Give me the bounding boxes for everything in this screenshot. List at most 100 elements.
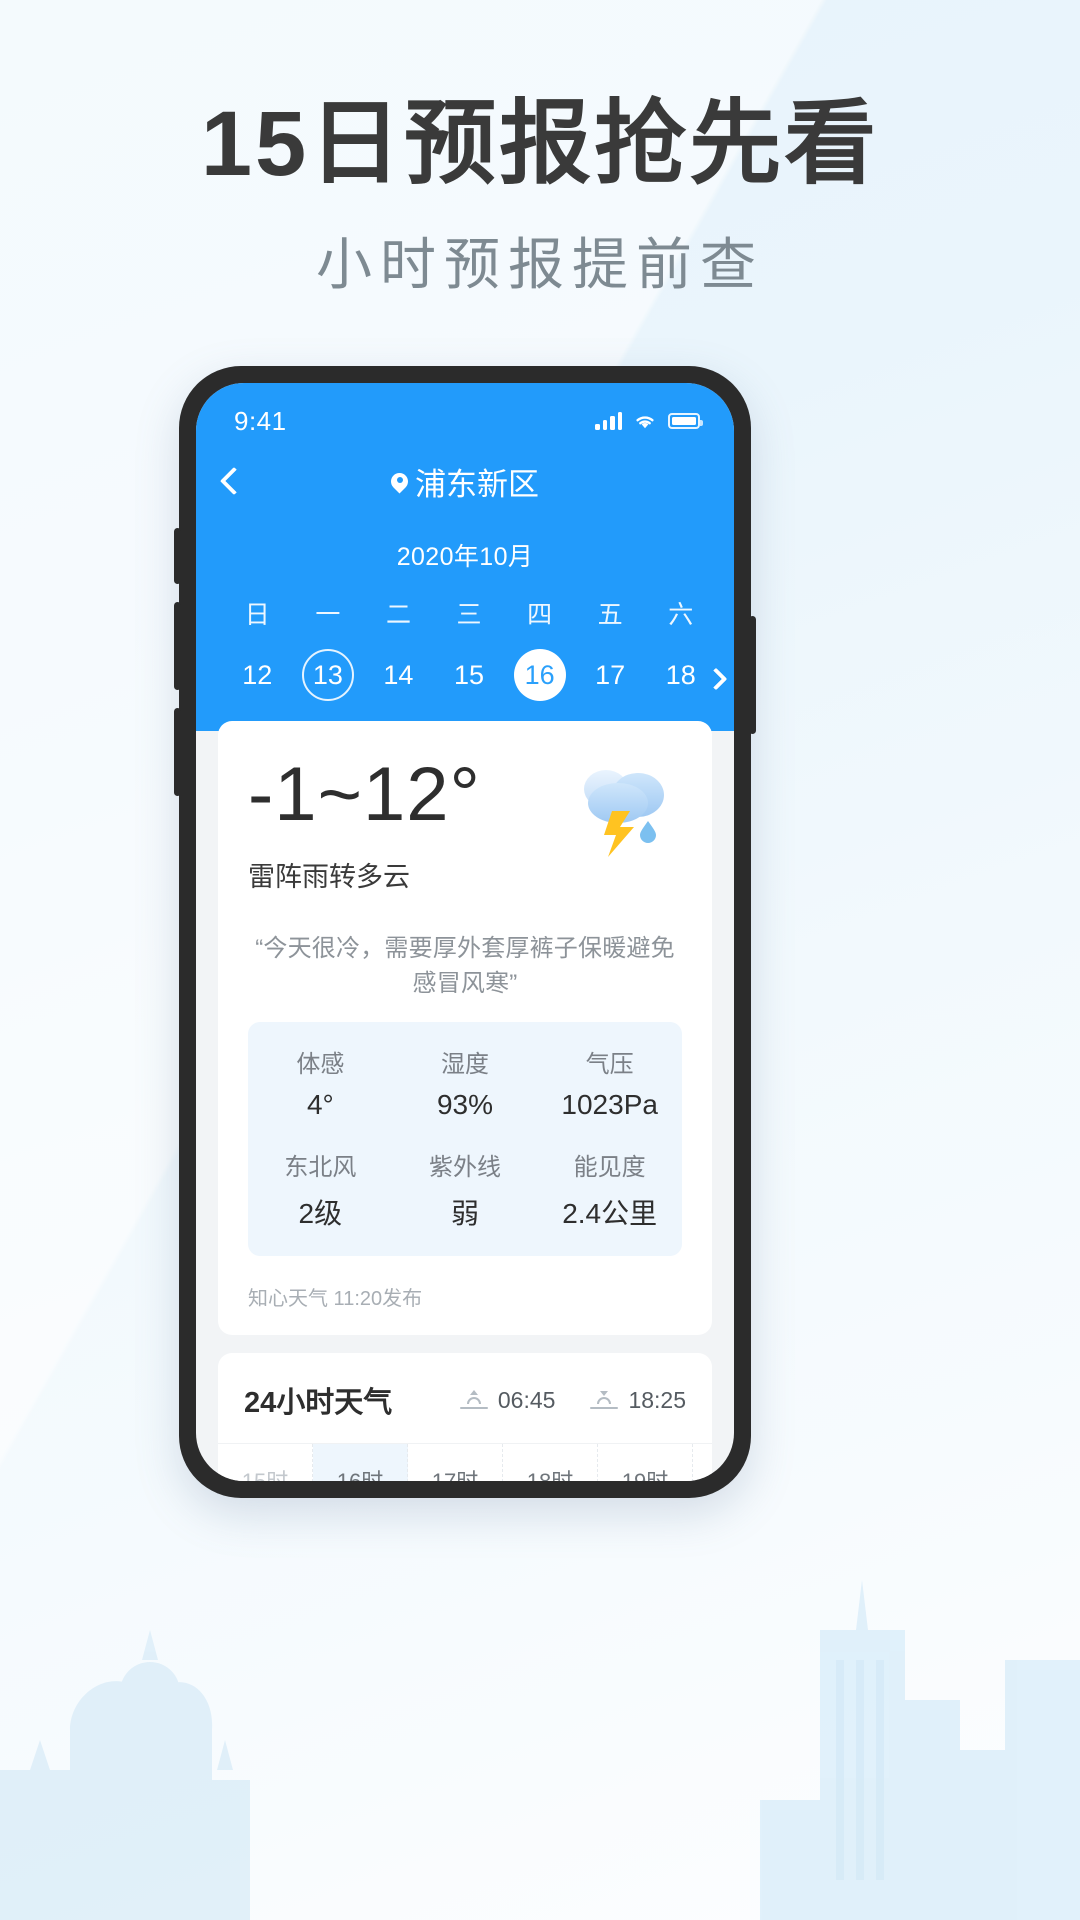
calendar-day[interactable]: 17 bbox=[584, 649, 636, 701]
phone-button-volume-up bbox=[174, 602, 181, 690]
metrics-row: 东北风 2级 紫外线 弱 能见度 2.4公里 bbox=[248, 1147, 682, 1232]
metric-value: 4° bbox=[306, 1089, 334, 1120]
calendar-day-selected[interactable]: 16 bbox=[513, 649, 566, 701]
metric-label: 东北风 bbox=[284, 1154, 357, 1181]
battery-icon bbox=[668, 413, 703, 429]
content-area: -1~12° 雷阵雨转多云 “今天很冷，需要厚外套厚裤子保暖避免感冒风寒” 体感… bbox=[196, 721, 734, 1481]
sunrise-time: 06:45 bbox=[497, 1386, 556, 1413]
temperature-row: -1~12° 雷阵雨转多云 bbox=[248, 757, 682, 894]
hourly-item[interactable]: 19时 阴 16° bbox=[598, 1444, 693, 1481]
metric-item: 体感 4° bbox=[248, 1044, 393, 1121]
status-bar-clock: 9:41 bbox=[234, 405, 287, 436]
metric-item: 湿度 93% bbox=[393, 1044, 538, 1121]
calendar-day-cell[interactable]: 17 bbox=[575, 649, 646, 701]
phone-button-power bbox=[749, 616, 756, 734]
page-title: 浦东新区 bbox=[196, 459, 734, 504]
sunrise-block: 06:45 bbox=[459, 1386, 556, 1414]
metric-label: 气压 bbox=[585, 1051, 634, 1078]
hourly-time: 18时 bbox=[503, 1464, 597, 1481]
metric-item: 东北风 2级 bbox=[248, 1147, 393, 1232]
metric-value: 弱 bbox=[451, 1198, 480, 1229]
weekday-cell: 六 bbox=[645, 595, 716, 631]
weekday-label: 日 bbox=[244, 601, 270, 629]
phone-button-silent bbox=[174, 528, 181, 584]
navigation-bar: 浦东新区 bbox=[196, 445, 734, 517]
hourly-time: 19时 bbox=[598, 1464, 692, 1481]
weekday-label: 三 bbox=[456, 601, 482, 629]
phone-button-volume-down bbox=[174, 708, 181, 796]
metrics-panel: 体感 4° 湿度 93% 气压 1023Pa 东北风 2级 紫外线 弱 能见度 … bbox=[248, 1022, 682, 1256]
weekday-cell: 三 bbox=[434, 595, 505, 631]
weekday-label: 五 bbox=[597, 601, 623, 629]
calendar-day-cell[interactable]: 14 bbox=[363, 649, 434, 701]
hourly-time: 15时 bbox=[218, 1464, 312, 1481]
daily-weather-card: -1~12° 雷阵雨转多云 “今天很冷，需要厚外套厚裤子保暖避免感冒风寒” 体感… bbox=[218, 721, 712, 1335]
calendar-strip: 日 一 二 三 四 五 六 12 13 14 15 16 17 18 bbox=[196, 595, 734, 701]
hourly-time: 16时 bbox=[313, 1464, 407, 1481]
weather-condition: 雷阵雨转多云 bbox=[248, 862, 410, 892]
metric-item: 紫外线 弱 bbox=[393, 1147, 538, 1232]
weekday-label: 四 bbox=[527, 601, 553, 629]
metric-value: 2级 bbox=[298, 1198, 343, 1229]
sunrise-icon bbox=[459, 1390, 488, 1409]
calendar-day[interactable]: 12 bbox=[231, 649, 283, 701]
location-pin-icon bbox=[391, 473, 408, 490]
weekday-label: 六 bbox=[668, 601, 694, 629]
calendar-day[interactable]: 18 bbox=[655, 649, 707, 701]
back-chevron-icon[interactable] bbox=[219, 466, 249, 496]
phone-mockup: 9:41 浦东新区 2020年10月 日 一 二 三 四 五 六 12 13 1… bbox=[174, 366, 756, 1498]
hourly-item[interactable]: 18时 小雨 6° bbox=[503, 1444, 598, 1481]
phone-screen: 9:41 浦东新区 2020年10月 日 一 二 三 四 五 六 12 13 1… bbox=[196, 383, 734, 1481]
hourly-time: 17时 bbox=[408, 1464, 502, 1481]
wifi-icon bbox=[636, 416, 654, 429]
metric-item: 气压 1023Pa bbox=[537, 1044, 682, 1121]
hourly-scroll-list[interactable]: 15时 多云 16° 16时 bbox=[218, 1444, 712, 1481]
metric-value: 1023Pa bbox=[561, 1089, 658, 1120]
metric-label: 体感 bbox=[296, 1051, 345, 1078]
weekday-cell: 二 bbox=[363, 595, 434, 631]
calendar-day-cell[interactable]: 16 bbox=[504, 649, 575, 701]
weather-advice: “今天很冷，需要厚外套厚裤子保暖避免感冒风寒” bbox=[255, 935, 675, 997]
weekday-label: 一 bbox=[315, 601, 341, 629]
hourly-item[interactable]: 16时 晴 26° bbox=[313, 1444, 408, 1481]
app-header: 浦东新区 2020年10月 日 一 二 三 四 五 六 12 13 14 15 … bbox=[196, 445, 734, 731]
metric-value: 2.4公里 bbox=[562, 1198, 658, 1229]
hourly-item[interactable]: 20时 多云 16° bbox=[693, 1444, 712, 1481]
calendar-day-cell[interactable]: 13 bbox=[293, 649, 364, 701]
calendar-day[interactable]: 15 bbox=[443, 649, 495, 701]
status-bar: 9:41 bbox=[196, 383, 734, 445]
weekday-cell: 日 bbox=[222, 595, 293, 631]
metric-label: 湿度 bbox=[441, 1051, 489, 1078]
metric-label: 能见度 bbox=[573, 1154, 646, 1181]
metric-item: 能见度 2.4公里 bbox=[537, 1147, 682, 1232]
hourly-weather-card: 24小时天气 06:45 18:25 bbox=[218, 1353, 712, 1481]
hourly-card-title: 24小时天气 bbox=[244, 1387, 393, 1419]
hourly-time: 20时 bbox=[693, 1464, 712, 1481]
calendar-day-cell[interactable]: 18 bbox=[645, 649, 716, 701]
calendar-day-today[interactable]: 13 bbox=[301, 649, 354, 701]
calendar-day-cell[interactable]: 15 bbox=[434, 649, 505, 701]
temperature-text-block: -1~12° 雷阵雨转多云 bbox=[248, 757, 562, 894]
thunderstorm-rain-icon bbox=[562, 763, 682, 863]
signal-bars-icon bbox=[595, 412, 622, 430]
metric-label: 紫外线 bbox=[429, 1154, 501, 1181]
status-bar-indicators bbox=[595, 412, 703, 430]
sunset-icon bbox=[590, 1391, 619, 1409]
calendar-day-row: 12 13 14 15 16 17 18 bbox=[222, 649, 716, 701]
hourly-card-header: 24小时天气 06:45 18:25 bbox=[218, 1353, 712, 1444]
weekday-label: 二 bbox=[385, 601, 411, 629]
temperature-range: -1~12° bbox=[248, 752, 481, 837]
hourly-item[interactable]: 17时 阴 36° bbox=[408, 1444, 503, 1481]
promo-headline: 15日预报抢先看 bbox=[200, 93, 880, 195]
calendar-day-cell[interactable]: 12 bbox=[222, 649, 293, 701]
sunset-time: 18:25 bbox=[628, 1386, 686, 1413]
hourly-item[interactable]: 15时 多云 16° bbox=[218, 1444, 313, 1481]
metrics-row: 体感 4° 湿度 93% 气压 1023Pa bbox=[248, 1044, 682, 1121]
promo-text-block: 15日预报抢先看 小时预报提前查 bbox=[0, 93, 1080, 301]
metric-value: 93% bbox=[436, 1089, 494, 1120]
calendar-day[interactable]: 14 bbox=[372, 649, 424, 701]
weekday-cell: 五 bbox=[575, 595, 646, 631]
weekday-cell: 一 bbox=[293, 595, 364, 631]
weekday-row: 日 一 二 三 四 五 六 bbox=[222, 595, 716, 631]
publisher-note: 知心天气 11:20发布 bbox=[248, 1288, 423, 1310]
